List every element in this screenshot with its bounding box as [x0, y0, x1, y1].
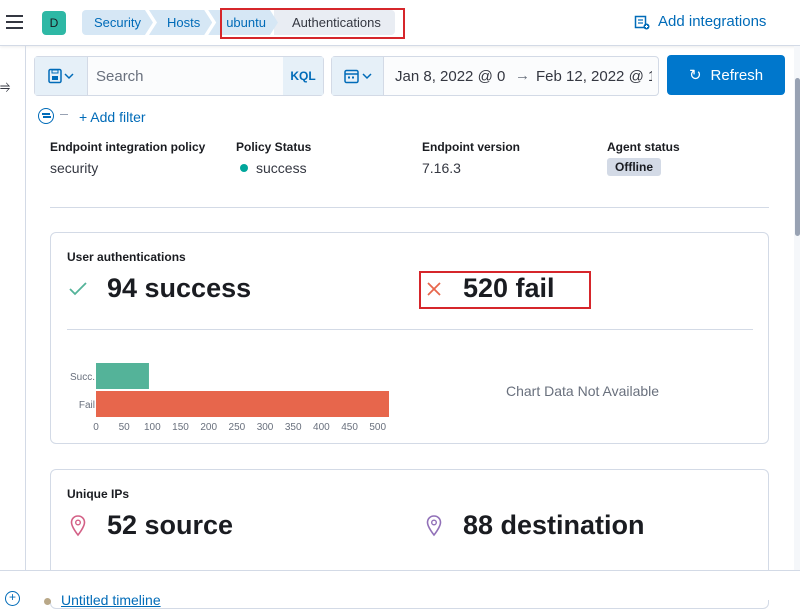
status-dot-icon	[240, 164, 248, 172]
bar-succ[interactable]	[96, 363, 149, 389]
x-tick-label: 50	[119, 422, 131, 433]
add-integrations-label: Add integrations	[658, 13, 767, 30]
endpoint-version-field: Endpoint version 7.16.3	[422, 140, 520, 176]
field-value: 7.16.3	[422, 160, 461, 176]
fail-highlight-box	[419, 271, 591, 309]
start-date-button[interactable]: Jan 8, 2022 @ 0	[395, 68, 505, 85]
plus-circle-icon[interactable]: +	[5, 591, 20, 606]
bar-fail[interactable]	[96, 391, 389, 417]
breadcrumb-security[interactable]: Security	[82, 10, 153, 35]
field-label: Agent status	[607, 140, 680, 154]
filter-separator	[60, 114, 68, 115]
refresh-icon: ↻	[688, 67, 702, 84]
x-tick-label: 200	[200, 422, 217, 433]
x-tick-label: 0	[93, 422, 99, 433]
destination-count: 88 destination	[463, 510, 645, 540]
timeline-status-dot	[44, 598, 51, 605]
calendar-icon	[343, 69, 372, 84]
saved-query-icon	[48, 68, 74, 84]
field-label: Endpoint version	[422, 140, 521, 154]
policy-status-value: success	[236, 160, 311, 176]
field-label: Endpoint integration policy	[50, 140, 206, 154]
status-badge: Offline	[607, 158, 661, 176]
search-input[interactable]	[88, 57, 283, 95]
user-authentications-panel: User authentications 94 success 520 fail…	[50, 232, 769, 444]
menu-icon[interactable]	[6, 15, 23, 29]
destination-stat: 88 destination	[423, 510, 645, 541]
map-pin-icon	[67, 514, 89, 537]
source-stat: 52 source	[67, 510, 233, 541]
check-icon	[67, 278, 89, 300]
category-label: Succ.	[70, 372, 95, 383]
breadcrumb-highlight-box	[220, 8, 405, 39]
success-count: 94 success	[107, 273, 252, 303]
breadcrumb-hosts[interactable]: Hosts	[149, 10, 212, 35]
policy-status-field: Policy Status success	[236, 140, 311, 176]
dock-navigation-icon[interactable]: ⥤	[0, 78, 10, 94]
chart-data-not-available: Chart Data Not Available	[506, 383, 660, 399]
timeline-bottom-bar: + Untitled timeline	[0, 570, 800, 608]
source-count: 52 source	[107, 510, 234, 540]
agent-status-field: Agent status Offline	[607, 140, 680, 176]
map-pin-icon	[423, 514, 445, 537]
x-tick-label: 250	[229, 422, 246, 433]
x-tick-label: 500	[369, 422, 386, 433]
add-integrations-icon	[634, 15, 650, 29]
scrollbar-thumb[interactable]	[795, 78, 800, 236]
filter-icon[interactable]	[38, 108, 54, 124]
x-tick-label: 400	[313, 422, 330, 433]
query-bar: KQL	[34, 56, 324, 96]
add-integrations-link[interactable]: Add integrations	[634, 13, 766, 30]
panel-divider	[67, 329, 753, 330]
refresh-label: Refresh	[710, 66, 764, 84]
x-tick-label: 300	[257, 422, 274, 433]
top-navigation-bar: D Security Hosts ubuntu Authentications …	[0, 0, 800, 46]
quick-menu-button[interactable]	[332, 57, 384, 95]
panel-title: Unique IPs	[67, 487, 130, 501]
section-divider	[50, 207, 769, 208]
agent-status-value: Offline	[607, 158, 680, 176]
timeline-title-link[interactable]: Untitled timeline	[61, 592, 161, 608]
end-date-button[interactable]: Feb 12, 2022 @ 1	[536, 68, 652, 85]
space-avatar[interactable]: D	[42, 11, 66, 35]
query-language-button[interactable]: KQL	[283, 57, 323, 95]
field-label: Policy Status	[236, 140, 312, 154]
saved-query-button[interactable]	[35, 57, 88, 95]
x-tick-label: 450	[341, 422, 358, 433]
date-picker: Jan 8, 2022 @ 0 → Feb 12, 2022 @ 1	[331, 56, 659, 96]
category-label: Fail	[79, 400, 95, 411]
authentications-bar-chart: Succ. Fail 0 50 100 150 200 250 300 350 400 450 500	[70, 363, 389, 433]
x-tick-label: 150	[172, 422, 189, 433]
collapsed-side-panel	[0, 46, 26, 570]
success-stat: 94 success	[67, 273, 251, 304]
add-filter-button[interactable]: + Add filter	[79, 109, 146, 125]
date-range-arrow: →	[515, 67, 530, 84]
x-tick-label: 100	[144, 422, 161, 433]
x-tick-label: 350	[285, 422, 302, 433]
endpoint-policy-field: Endpoint integration policy security	[50, 140, 205, 176]
field-value: success	[256, 160, 307, 176]
panel-title: User authentications	[67, 250, 186, 264]
field-value: security	[50, 160, 99, 176]
refresh-button[interactable]: ↻ Refresh	[667, 55, 785, 95]
